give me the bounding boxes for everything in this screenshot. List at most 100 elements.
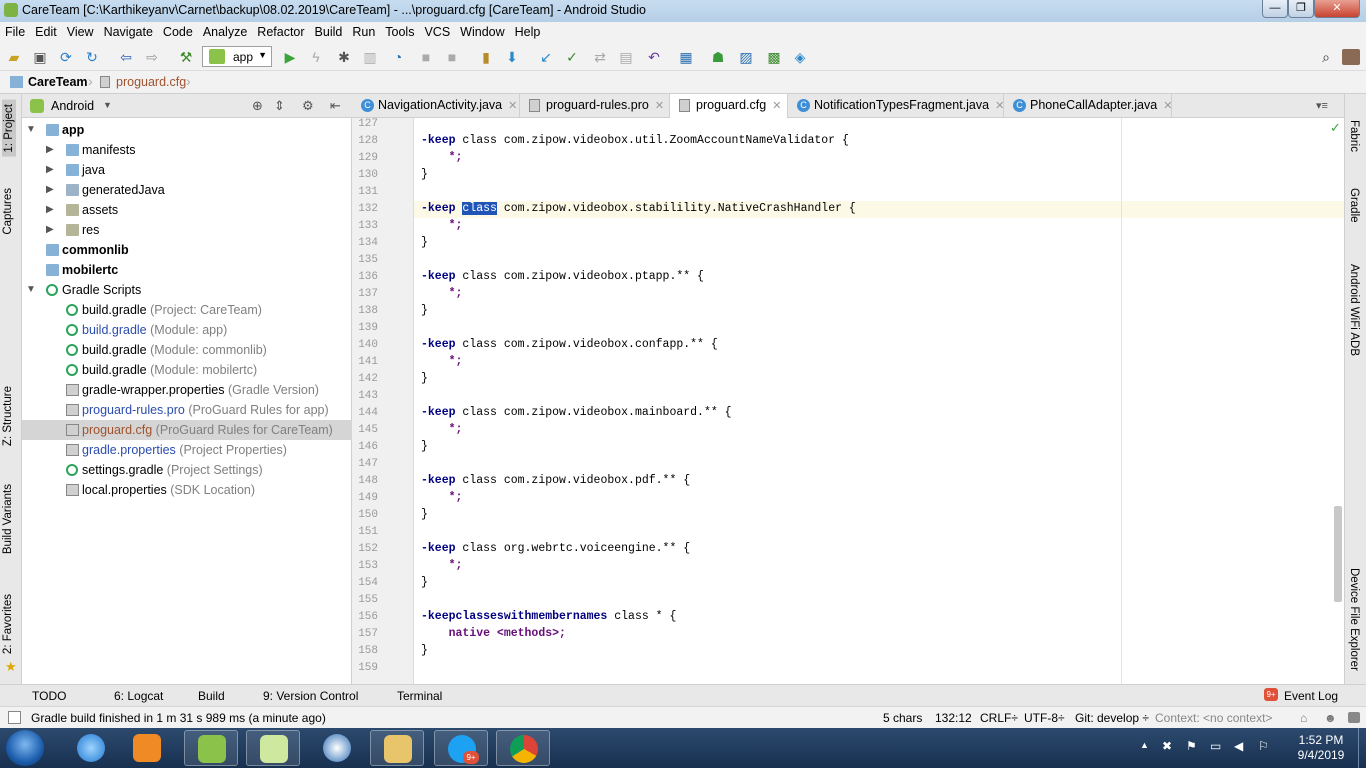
tool-tab-android-wifi-adb[interactable]: Android WiFi ADB bbox=[1348, 264, 1360, 356]
tree-item-gradle-wrapper-properties[interactable]: gradle-wrapper.properties (Gradle Versio… bbox=[22, 380, 352, 400]
make-project-icon[interactable]: ⚒ bbox=[178, 49, 194, 65]
tree-item-commonlib[interactable]: commonlib bbox=[22, 240, 352, 260]
taskbar-android-studio[interactable] bbox=[184, 730, 238, 766]
taskbar-notepad[interactable] bbox=[246, 730, 300, 766]
tool-tab-structure[interactable]: Z: Structure bbox=[2, 386, 14, 446]
close-tab-icon[interactable]: ✕ bbox=[772, 100, 781, 112]
flag-icon[interactable]: ⚐ bbox=[1258, 739, 1269, 753]
revert-icon[interactable]: ↶ bbox=[646, 49, 662, 65]
scroll-from-source-icon[interactable]: ⊕ bbox=[252, 98, 263, 114]
menu-run[interactable]: Run bbox=[347, 22, 380, 39]
forward-icon[interactable]: ⇨ bbox=[144, 49, 160, 65]
breadcrumb-file[interactable]: proguard.cfg bbox=[116, 75, 186, 89]
tool-tab-favorites[interactable]: 2: Favorites bbox=[2, 594, 14, 654]
back-icon[interactable]: ⇦ bbox=[118, 49, 134, 65]
tree-item-mobilertc[interactable]: mobilertc bbox=[22, 260, 352, 280]
tab-phone-call-adapter[interactable]: C PhoneCallAdapter.java ✕ bbox=[1004, 94, 1172, 118]
menu-file[interactable]: File bbox=[0, 22, 30, 39]
tree-item-build-gradle-app[interactable]: build.gradle (Module: app) bbox=[22, 320, 352, 340]
taskbar-file-explorer[interactable] bbox=[370, 730, 424, 766]
line-separator[interactable]: CRLF÷ bbox=[980, 711, 1018, 725]
taskbar-media-player[interactable] bbox=[120, 730, 174, 766]
tree-item-gradle-scripts[interactable]: ▼ Gradle Scripts bbox=[22, 280, 352, 300]
tool-tab-version-control[interactable]: 9: Version Control bbox=[263, 689, 358, 703]
taskbar-skype[interactable]: 9+ bbox=[434, 730, 488, 766]
tool-tab-fabric[interactable]: Fabric bbox=[1348, 120, 1360, 152]
breadcrumb-project[interactable]: CareTeam bbox=[28, 75, 88, 89]
taskbar-internet-explorer[interactable] bbox=[64, 730, 118, 766]
layout-inspector-icon[interactable]: ▨ bbox=[738, 49, 754, 65]
toggle-tool-windows-icon[interactable] bbox=[8, 711, 21, 724]
vcs-update-icon[interactable]: ↙ bbox=[538, 49, 554, 65]
clock[interactable]: 1:52 PM 9/4/2019 bbox=[1288, 733, 1354, 763]
vcs-commit-icon[interactable]: ✓ bbox=[564, 49, 580, 65]
usb-icon[interactable]: ⚑ bbox=[1186, 739, 1197, 753]
save-all-icon[interactable]: ▣ bbox=[32, 49, 48, 65]
android-device-icon[interactable]: ☗ bbox=[710, 49, 726, 65]
apk-analyzer-icon[interactable]: ▩ bbox=[766, 49, 782, 65]
tree-item-settings-gradle[interactable]: settings.gradle (Project Settings) bbox=[22, 460, 352, 480]
tab-list-icon[interactable]: ▾≡ bbox=[1316, 99, 1328, 112]
status-message[interactable]: Gradle build finished in 1 m 31 s 989 ms… bbox=[31, 711, 326, 725]
stop-icon[interactable]: ■ bbox=[418, 49, 434, 65]
volume-muted-icon[interactable]: ◀ bbox=[1234, 739, 1243, 753]
refresh-icon[interactable]: ↻ bbox=[84, 49, 100, 65]
avatar[interactable] bbox=[1342, 49, 1360, 65]
tool-tab-device-file-explorer[interactable]: Device File Explorer bbox=[1348, 568, 1360, 671]
tool-tab-captures[interactable]: Captures bbox=[2, 188, 14, 235]
git-branch[interactable]: Git: develop ÷ bbox=[1075, 711, 1149, 725]
notifications-icon[interactable] bbox=[1348, 712, 1360, 723]
open-folder-icon[interactable]: ▰ bbox=[6, 49, 22, 65]
tool-tab-project[interactable]: 1: Project bbox=[2, 100, 16, 157]
menu-window[interactable]: Window bbox=[455, 22, 509, 39]
vcs-history-icon[interactable]: ▤ bbox=[618, 49, 634, 65]
chevron-right-icon[interactable]: ▶ bbox=[46, 180, 54, 200]
tree-item-build-gradle-mobilertc[interactable]: build.gradle (Module: mobilertc) bbox=[22, 360, 352, 380]
search-icon[interactable]: ⌕ bbox=[1318, 49, 1334, 65]
menu-refactor[interactable]: Refactor bbox=[252, 22, 309, 39]
collapse-all-icon[interactable]: ⇕ bbox=[274, 98, 285, 114]
close-tab-icon[interactable]: ✕ bbox=[508, 100, 517, 112]
attach-debugger-icon[interactable]: ◔ bbox=[390, 49, 406, 65]
tree-item-proguard-cfg[interactable]: proguard.cfg (ProGuard Rules for CareTea… bbox=[22, 420, 352, 440]
tree-item-build-gradle-project[interactable]: build.gradle (Project: CareTeam) bbox=[22, 300, 352, 320]
tree-item-gradle-properties[interactable]: gradle.properties (Project Properties) bbox=[22, 440, 352, 460]
debug-icon[interactable]: ✱ bbox=[336, 49, 352, 65]
tree-item-java[interactable]: ▶ java bbox=[22, 160, 352, 180]
profile-icon[interactable]: ▥ bbox=[362, 49, 378, 65]
file-encoding[interactable]: UTF-8÷ bbox=[1024, 711, 1065, 725]
avd-manager-icon[interactable]: ▮ bbox=[478, 49, 494, 65]
tool-tab-build[interactable]: Build bbox=[198, 689, 225, 703]
tab-navigation-activity[interactable]: C NavigationActivity.java ✕ bbox=[352, 94, 520, 118]
tree-item-manifests[interactable]: ▶ manifests bbox=[22, 140, 352, 160]
menu-analyze[interactable]: Analyze bbox=[198, 22, 252, 39]
chevron-down-icon[interactable]: ▼ bbox=[26, 280, 36, 300]
tool-tab-gradle[interactable]: Gradle bbox=[1348, 188, 1360, 223]
tab-proguard-cfg[interactable]: proguard.cfg ✕ bbox=[670, 94, 788, 118]
tree-item-assets[interactable]: ▶ assets bbox=[22, 200, 352, 220]
tree-item-res[interactable]: ▶ res bbox=[22, 220, 352, 240]
tab-notification-types-fragment[interactable]: C NotificationTypesFragment.java ✕ bbox=[788, 94, 1004, 118]
menu-code[interactable]: Code bbox=[158, 22, 198, 39]
window-title-bar[interactable]: CareTeam [C:\Karthikeyanv\Carnet\backup\… bbox=[0, 0, 1366, 22]
minimize-button[interactable]: — bbox=[1262, 0, 1288, 18]
maximize-button[interactable]: ❐ bbox=[1288, 0, 1314, 18]
vcs-compare-icon[interactable]: ⇄ bbox=[592, 49, 608, 65]
show-desktop-button[interactable] bbox=[1358, 728, 1366, 768]
chevron-right-icon[interactable]: ▶ bbox=[46, 160, 54, 180]
show-hidden-icons-icon[interactable]: ▲ bbox=[1140, 740, 1149, 750]
stop-all-icon[interactable]: ■ bbox=[444, 49, 460, 65]
chevron-right-icon[interactable]: ▶ bbox=[46, 200, 54, 220]
menu-edit[interactable]: Edit bbox=[30, 22, 62, 39]
sdk-manager-icon[interactable]: ⬇ bbox=[504, 49, 520, 65]
lock-icon[interactable]: ⌂ bbox=[1300, 711, 1307, 725]
hide-panel-icon[interactable]: ⇤ bbox=[330, 98, 341, 114]
chevron-down-icon[interactable]: ▼ bbox=[26, 120, 36, 140]
tab-proguard-rules[interactable]: proguard-rules.pro ✕ bbox=[520, 94, 670, 118]
hector-icon[interactable]: ☻ bbox=[1324, 711, 1337, 725]
close-tab-icon[interactable]: ✕ bbox=[1163, 100, 1172, 112]
tool-tab-build-variants[interactable]: Build Variants bbox=[2, 484, 14, 554]
network-error-icon[interactable]: ✖ bbox=[1162, 739, 1172, 753]
sync-icon[interactable]: ⟳ bbox=[58, 49, 74, 65]
taskbar-thunderbird[interactable] bbox=[310, 730, 364, 766]
